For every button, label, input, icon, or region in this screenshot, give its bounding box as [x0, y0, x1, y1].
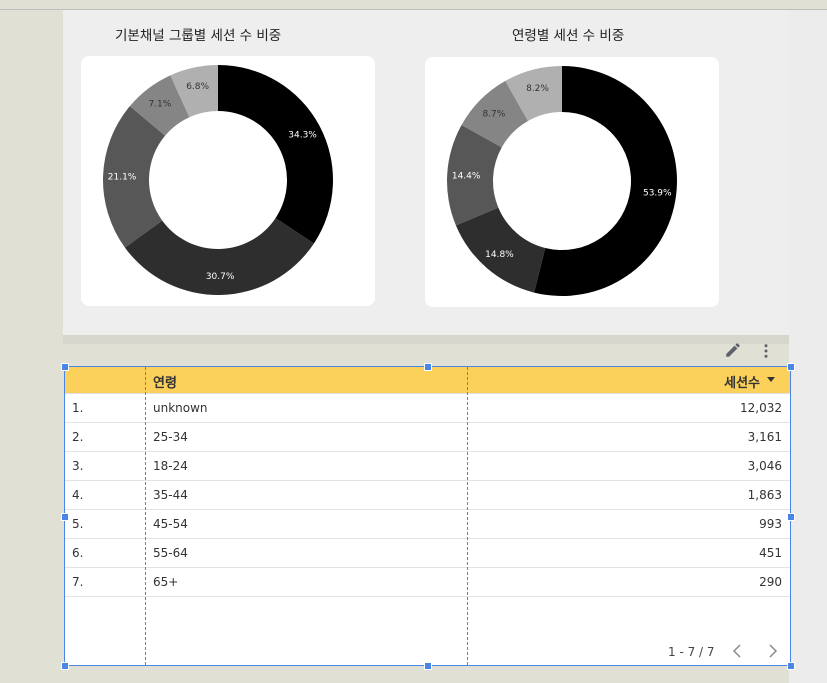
- resize-handle[interactable]: [787, 363, 795, 371]
- row-age: unknown: [153, 401, 208, 415]
- pagination-label: 1 - 7 / 7: [668, 645, 715, 659]
- column-divider: [467, 367, 468, 665]
- donut-slice[interactable]: [218, 65, 333, 244]
- column-divider: [145, 367, 146, 665]
- pencil-icon[interactable]: [724, 341, 742, 363]
- resize-handle[interactable]: [424, 363, 432, 371]
- row-index: 3.: [72, 459, 84, 473]
- table-row[interactable]: 3. 18-24 3,046: [65, 451, 790, 481]
- row-index: 2.: [72, 430, 84, 444]
- donut-slice[interactable]: [124, 218, 314, 295]
- resize-handle[interactable]: [61, 363, 69, 371]
- slice-label: 53.9%: [643, 189, 672, 199]
- column-header-age[interactable]: 연령: [153, 372, 177, 391]
- age-sessions-table[interactable]: 연령 세션수 1. unknown 12,032 2. 25-34 3,161 3. 18-2…: [64, 366, 791, 666]
- row-age: 18-24: [153, 459, 188, 473]
- age-chart-title: 연령별 세션 수 비중: [512, 28, 625, 44]
- resize-handle[interactable]: [424, 662, 432, 670]
- row-sessions: 451: [759, 546, 782, 560]
- row-index: 1.: [72, 401, 84, 415]
- slice-label: 7.1%: [148, 100, 171, 110]
- channel-donut-chart: 34.3% 30.7% 21.1% 7.1% 6.8%: [103, 65, 333, 295]
- canvas-divider: [63, 335, 789, 344]
- channel-chart-card[interactable]: 34.3% 30.7% 21.1% 7.1% 6.8%: [81, 56, 375, 306]
- row-index: 6.: [72, 546, 84, 560]
- row-age: 25-34: [153, 430, 188, 444]
- column-header-sessions[interactable]: 세션수: [724, 372, 760, 391]
- slice-label: 8.2%: [526, 84, 549, 94]
- chevron-right-icon[interactable]: [767, 643, 779, 663]
- channel-chart-title: 기본채널 그룹별 세션 수 비중: [115, 28, 282, 44]
- chevron-left-icon[interactable]: [731, 643, 743, 663]
- table-header: 연령 세션수: [65, 367, 790, 394]
- slice-label: 14.4%: [452, 172, 481, 182]
- row-sessions: 12,032: [740, 401, 782, 415]
- resize-handle[interactable]: [61, 662, 69, 670]
- slice-label: 34.3%: [288, 131, 317, 141]
- row-index: 7.: [72, 575, 84, 589]
- resize-handle[interactable]: [787, 513, 795, 521]
- slice-label: 21.1%: [108, 173, 137, 183]
- table-row[interactable]: 6. 55-64 451: [65, 538, 790, 568]
- slice-label: 14.8%: [485, 250, 514, 260]
- row-sessions: 290: [759, 575, 782, 589]
- row-age: 65+: [153, 575, 179, 589]
- resize-handle[interactable]: [787, 662, 795, 670]
- right-panel: [789, 10, 827, 683]
- sort-desc-icon[interactable]: [767, 377, 775, 383]
- table-row[interactable]: 4. 35-44 1,863: [65, 480, 790, 510]
- table-row[interactable]: 2. 25-34 3,161: [65, 422, 790, 452]
- slice-label: 8.7%: [482, 109, 505, 119]
- row-age: 35-44: [153, 488, 188, 502]
- row-sessions: 1,863: [747, 488, 782, 502]
- slice-label: 30.7%: [206, 272, 235, 282]
- row-index: 5.: [72, 517, 84, 531]
- row-sessions: 3,046: [747, 459, 782, 473]
- table-row[interactable]: 7. 65+ 290: [65, 567, 790, 597]
- resize-handle[interactable]: [61, 513, 69, 521]
- table-row[interactable]: 5. 45-54 993: [65, 509, 790, 539]
- row-sessions: 3,161: [747, 430, 782, 444]
- more-vert-icon[interactable]: [757, 342, 775, 364]
- slice-label: 6.8%: [186, 82, 209, 92]
- age-donut-chart: 53.9% 14.8% 14.4% 8.7% 8.2%: [447, 66, 678, 297]
- charts-area: 기본채널 그룹별 세션 수 비중 연령별 세션 수 비중 34.3% 30.7% 2…: [63, 10, 789, 335]
- table-row[interactable]: 1. unknown 12,032: [65, 393, 790, 423]
- row-age: 55-64: [153, 546, 188, 560]
- age-chart-card[interactable]: 53.9% 14.8% 14.4% 8.7% 8.2%: [425, 57, 719, 307]
- row-index: 4.: [72, 488, 84, 502]
- row-sessions: 993: [759, 517, 782, 531]
- row-age: 45-54: [153, 517, 188, 531]
